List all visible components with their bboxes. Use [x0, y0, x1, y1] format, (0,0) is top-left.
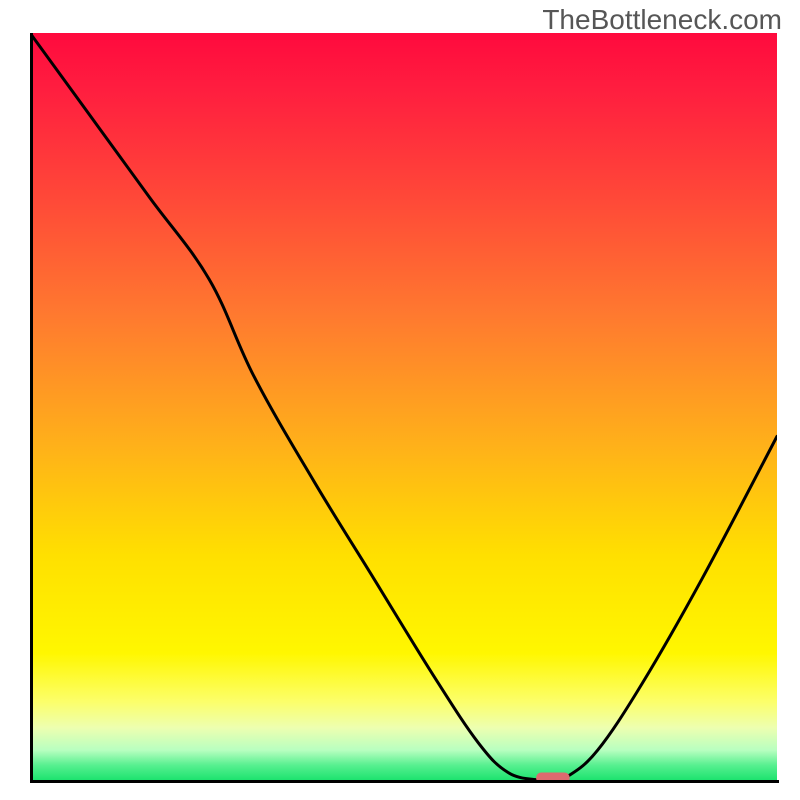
watermark-text: TheBottleneck.com — [542, 4, 782, 36]
optimum-marker — [536, 773, 570, 780]
curve-line — [30, 33, 777, 780]
y-axis — [30, 33, 33, 782]
chart-container: TheBottleneck.com — [0, 0, 800, 800]
chart-overlay — [30, 33, 777, 780]
x-axis — [30, 780, 779, 783]
plot-area — [30, 33, 777, 780]
